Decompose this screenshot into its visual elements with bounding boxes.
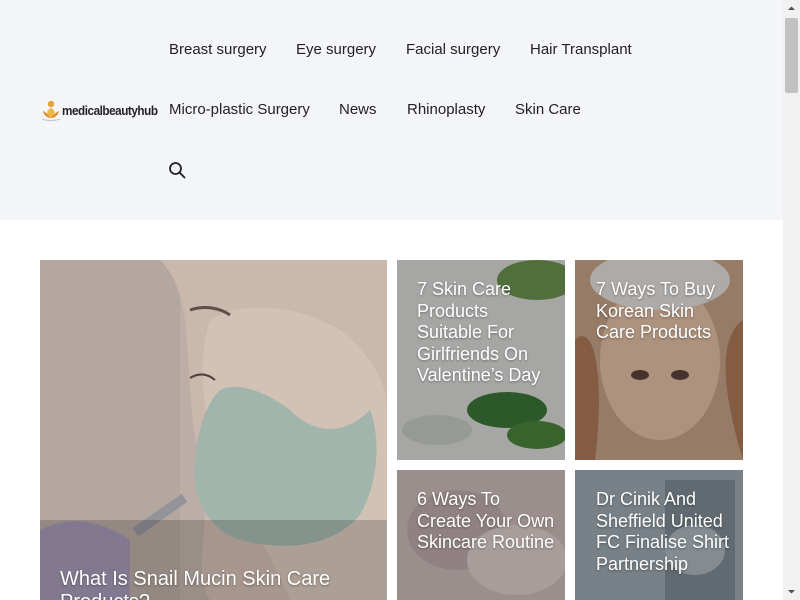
site-header: medicalbeautyhub Breast surgery Eye surg… [0,0,783,220]
nav-item-news[interactable]: News [339,101,377,118]
nav-item-eye-surgery[interactable]: Eye surgery [296,41,376,58]
nav-item-breast-surgery[interactable]: Breast surgery [169,41,267,58]
scroll-down-arrow-icon[interactable] [783,583,800,600]
scroll-up-arrow-icon[interactable] [783,0,800,17]
nav-item-micro-plastic-surgery[interactable]: Micro-plastic Surgery [169,101,310,118]
post-title[interactable]: 7 Ways To Buy Korean Skin Care Products [596,279,736,344]
post-title[interactable]: 6 Ways To Create Your Own Skincare Routi… [417,489,557,554]
featured-post-card[interactable]: What Is Snail Mucin Skin Care Products? [40,260,387,600]
vertical-scrollbar[interactable] [783,0,800,600]
post-card[interactable]: 7 Ways To Buy Korean Skin Care Products [575,260,743,460]
nav-item-hair-transplant[interactable]: Hair Transplant [530,41,632,58]
nav-item-rhinoplasty[interactable]: Rhinoplasty [407,101,485,118]
post-card[interactable]: Dr Cinik And Sheffield United FC Finalis… [575,470,743,600]
nav-item-skin-care[interactable]: Skin Care [515,101,581,118]
post-card[interactable]: 7 Skin Care Products Suitable For Girlfr… [397,260,565,460]
nav-item-facial-surgery[interactable]: Facial surgery [406,41,500,58]
site-logo-text: medicalbeautyhub [62,102,158,118]
scrollbar-thumb[interactable] [785,18,798,93]
post-card[interactable]: 6 Ways To Create Your Own Skincare Routi… [397,470,565,600]
post-title[interactable]: Dr Cinik And Sheffield United FC Finalis… [596,489,736,575]
site-logo[interactable]: medicalbeautyhub [40,97,168,123]
featured-post-image [40,260,387,600]
post-title[interactable]: 7 Skin Care Products Suitable For Girlfr… [417,279,557,387]
search-icon[interactable] [168,161,186,179]
featured-post-title[interactable]: What Is Snail Mucin Skin Care Products? [60,568,360,600]
lotus-logo-icon [41,100,61,122]
